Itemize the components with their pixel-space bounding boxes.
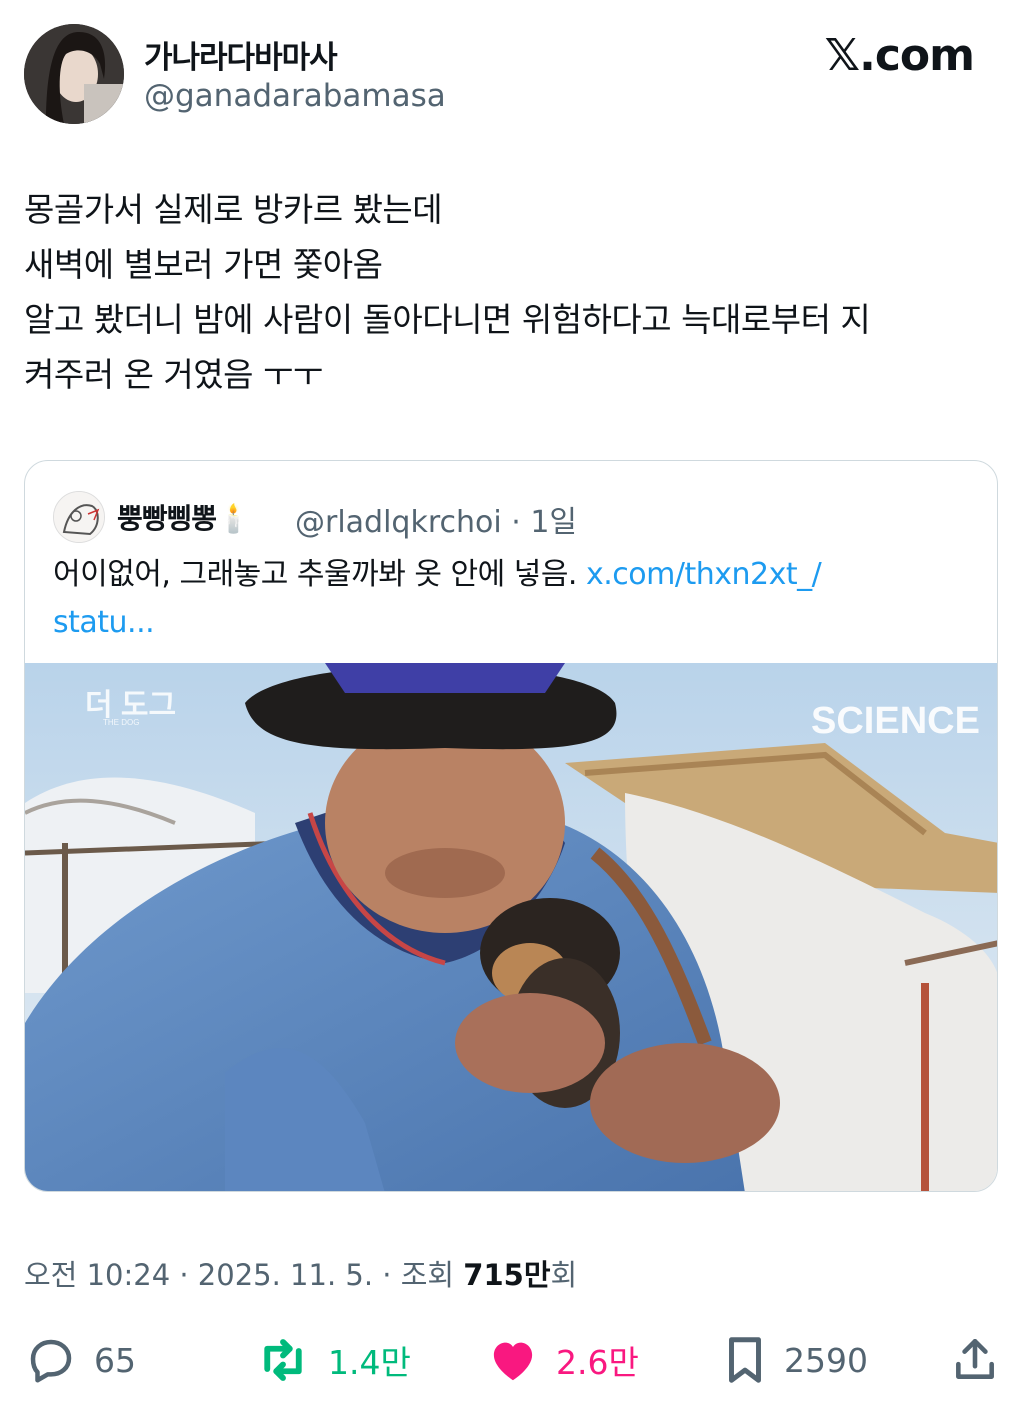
tweet-line: 켜주러 온 거였음 ㅜㅜ: [24, 355, 323, 394]
watermark-science: SCIENCE: [811, 700, 980, 742]
quoted-handle-time[interactable]: @rladlqkrchoi · 1일: [295, 497, 577, 541]
x-logo: 𝕏.com: [824, 30, 975, 81]
heart-icon: [493, 1342, 533, 1381]
quoted-link-continued[interactable]: statu...: [53, 605, 155, 640]
reply-button[interactable]: 65: [24, 1330, 136, 1390]
tweet-line: 알고 봤더니 밤에 사람이 돌아다니면 위험하다고 늑대로부터 지: [24, 300, 871, 339]
meta-timestamp[interactable]: 오전 10:24 · 2025. 11. 5. · 조회: [24, 1258, 463, 1292]
display-name[interactable]: 가나라다바마사: [144, 32, 338, 77]
bookmark-count: 2590: [784, 1340, 868, 1380]
retweet-button[interactable]: 1.4만: [254, 1330, 411, 1390]
author-handle[interactable]: @ganadarabamasa: [144, 78, 446, 114]
avatar[interactable]: [24, 24, 124, 124]
bookmark-icon: [729, 1337, 761, 1383]
tweet-line: 몽골가서 실제로 방카르 봤는데: [24, 190, 443, 229]
quoted-media-image[interactable]: 더 도그 THE DOG SCIENCE: [25, 663, 998, 1192]
like-button[interactable]: 2.6만: [486, 1330, 639, 1390]
quoted-link[interactable]: x.com/thxn2xt_/: [586, 557, 822, 592]
tweet-line: 새벽에 별보러 가면 쫓아옴: [24, 245, 383, 284]
quoted-text-body: 어이없어, 그래놓고 추울까봐 옷 안에 넣음.: [53, 557, 586, 592]
tweet-text: 몽골가서 실제로 방카르 봤는데 새벽에 별보러 가면 쫓아옴 알고 봤더니 밤…: [24, 182, 999, 402]
view-suffix: 회: [550, 1258, 578, 1292]
like-count: 2.6만: [556, 1343, 639, 1382]
watermark-logo-sub: THE DOG: [103, 718, 139, 727]
quoted-avatar[interactable]: [53, 491, 105, 543]
quoted-display-name[interactable]: 뿡빵삥뽕🕯️: [117, 497, 251, 537]
reply-count: 65: [94, 1340, 136, 1380]
share-icon: [956, 1338, 994, 1379]
retweet-count: 1.4만: [328, 1343, 411, 1382]
quoted-text: 어이없어, 그래놓고 추울까봐 옷 안에 넣음. x.com/thxn2xt_/…: [53, 551, 953, 647]
quoted-tweet-card[interactable]: 뿡빵삥뽕🕯️ @rladlqkrchoi · 1일 어이없어, 그래놓고 추울까…: [24, 460, 998, 1192]
bookmark-button[interactable]: 2590: [722, 1330, 868, 1390]
share-button[interactable]: [950, 1330, 1000, 1390]
tweet-meta: 오전 10:24 · 2025. 11. 5. · 조회 715만회: [24, 1252, 577, 1294]
reply-icon: [30, 1339, 72, 1383]
retweet-icon: [264, 1339, 302, 1381]
view-count: 715만: [463, 1258, 551, 1292]
